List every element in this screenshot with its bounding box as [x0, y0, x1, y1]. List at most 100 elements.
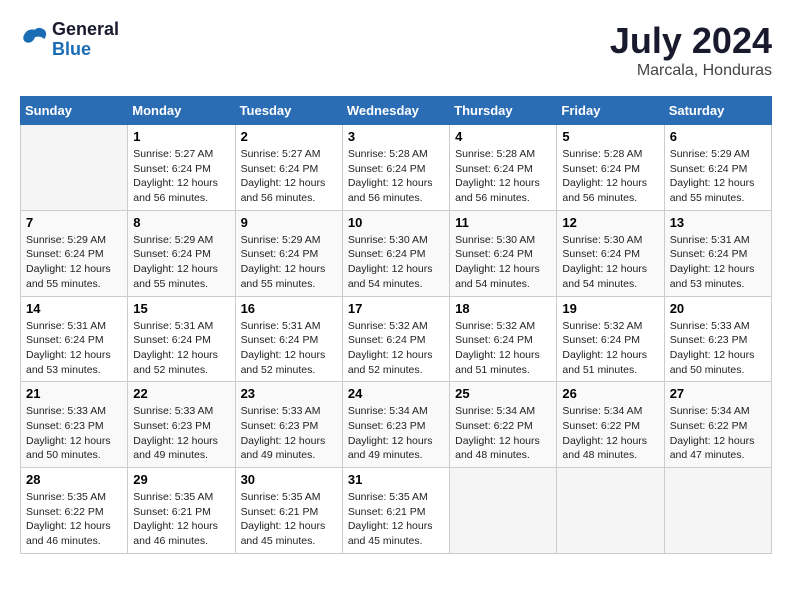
- calendar-cell: 1 Sunrise: 5:27 AMSunset: 6:24 PMDaylight…: [128, 125, 235, 211]
- day-number: 14: [26, 301, 122, 316]
- day-number: 20: [670, 301, 766, 316]
- calendar-cell: 28 Sunrise: 5:35 AMSunset: 6:22 PMDayligh…: [21, 468, 128, 554]
- day-number: 12: [562, 215, 658, 230]
- calendar-cell: 5Sunrise: 5:28 AMSunset: 6:24 PMDaylight…: [557, 125, 664, 211]
- day-info: Sunrise: 5:33 AMSunset: 6:23 PMDaylight:…: [670, 319, 766, 378]
- calendar-header-row: SundayMondayTuesdayWednesdayThursdayFrid…: [21, 97, 772, 125]
- day-number: 19: [562, 301, 658, 316]
- day-number: 27: [670, 386, 766, 401]
- day-info: Sunrise: 5:34 AMSunset: 6:22 PMDaylight:…: [562, 404, 658, 463]
- calendar-cell: [21, 125, 128, 211]
- day-info: Sunrise: 5:28 AMSunset: 6:24 PMDaylight:…: [348, 147, 444, 206]
- day-info: Sunrise: 5:32 AMSunset: 6:24 PMDaylight:…: [455, 319, 551, 378]
- week-row-3: 14 Sunrise: 5:31 AMSunset: 6:24 PMDayligh…: [21, 296, 772, 382]
- main-title: July 2024: [610, 20, 772, 62]
- day-number: 16: [241, 301, 337, 316]
- column-header-friday: Friday: [557, 97, 664, 125]
- week-row-5: 28 Sunrise: 5:35 AMSunset: 6:22 PMDayligh…: [21, 468, 772, 554]
- day-info: Sunrise: 5:28 AMSunset: 6:24 PMDaylight:…: [455, 147, 551, 206]
- column-header-tuesday: Tuesday: [235, 97, 342, 125]
- calendar-cell: 9 Sunrise: 5:29 AMSunset: 6:24 PMDaylight…: [235, 210, 342, 296]
- page-header: General Blue July 2024 Marcala, Honduras: [20, 20, 772, 80]
- calendar-cell: 21 Sunrise: 5:33 AMSunset: 6:23 PMDayligh…: [21, 382, 128, 468]
- column-header-wednesday: Wednesday: [342, 97, 449, 125]
- title-area: July 2024 Marcala, Honduras: [610, 20, 772, 80]
- day-info: Sunrise: 5:35 AMSunset: 6:21 PMDaylight:…: [133, 490, 229, 549]
- calendar-cell: 13 Sunrise: 5:31 AMSunset: 6:24 PMDayligh…: [664, 210, 771, 296]
- calendar-cell: 15 Sunrise: 5:31 AMSunset: 6:24 PMDayligh…: [128, 296, 235, 382]
- day-info: Sunrise: 5:35 AMSunset: 6:22 PMDaylight:…: [26, 490, 122, 549]
- day-number: 18: [455, 301, 551, 316]
- calendar-body: 1 Sunrise: 5:27 AMSunset: 6:24 PMDaylight…: [21, 125, 772, 554]
- day-info: Sunrise: 5:30 AMSunset: 6:24 PMDaylight:…: [562, 233, 658, 292]
- calendar-cell: 23 Sunrise: 5:33 AMSunset: 6:23 PMDayligh…: [235, 382, 342, 468]
- day-number: 7: [26, 215, 122, 230]
- day-number: 23: [241, 386, 337, 401]
- day-number: 10: [348, 215, 444, 230]
- day-number: 17: [348, 301, 444, 316]
- calendar-cell: 10Sunrise: 5:30 AMSunset: 6:24 PMDayligh…: [342, 210, 449, 296]
- calendar-cell: 18 Sunrise: 5:32 AMSunset: 6:24 PMDayligh…: [450, 296, 557, 382]
- day-number: 30: [241, 472, 337, 487]
- day-number: 31: [348, 472, 444, 487]
- day-info: Sunrise: 5:33 AMSunset: 6:23 PMDaylight:…: [133, 404, 229, 463]
- calendar-cell: [664, 468, 771, 554]
- day-number: 13: [670, 215, 766, 230]
- calendar-cell: 6Sunrise: 5:29 AMSunset: 6:24 PMDaylight…: [664, 125, 771, 211]
- day-number: 1: [133, 129, 229, 144]
- day-number: 11: [455, 215, 551, 230]
- day-number: 28: [26, 472, 122, 487]
- day-info: Sunrise: 5:33 AMSunset: 6:23 PMDaylight:…: [26, 404, 122, 463]
- day-info: Sunrise: 5:35 AMSunset: 6:21 PMDaylight:…: [348, 490, 444, 549]
- day-number: 21: [26, 386, 122, 401]
- calendar-cell: 30 Sunrise: 5:35 AMSunset: 6:21 PMDayligh…: [235, 468, 342, 554]
- logo-icon: [20, 26, 48, 54]
- day-number: 2: [241, 129, 337, 144]
- day-info: Sunrise: 5:34 AMSunset: 6:23 PMDaylight:…: [348, 404, 444, 463]
- calendar-cell: 27 Sunrise: 5:34 AMSunset: 6:22 PMDayligh…: [664, 382, 771, 468]
- logo-line1: General: [52, 20, 119, 40]
- subtitle: Marcala, Honduras: [610, 62, 772, 80]
- day-number: 29: [133, 472, 229, 487]
- logo: General Blue: [20, 20, 119, 60]
- day-number: 6: [670, 129, 766, 144]
- calendar-cell: 3 Sunrise: 5:28 AMSunset: 6:24 PMDaylight…: [342, 125, 449, 211]
- calendar-cell: 26 Sunrise: 5:34 AMSunset: 6:22 PMDayligh…: [557, 382, 664, 468]
- day-info: Sunrise: 5:34 AMSunset: 6:22 PMDaylight:…: [455, 404, 551, 463]
- column-header-sunday: Sunday: [21, 97, 128, 125]
- calendar-cell: 17Sunrise: 5:32 AMSunset: 6:24 PMDayligh…: [342, 296, 449, 382]
- calendar-cell: 24 Sunrise: 5:34 AMSunset: 6:23 PMDayligh…: [342, 382, 449, 468]
- day-info: Sunrise: 5:27 AMSunset: 6:24 PMDaylight:…: [241, 147, 337, 206]
- day-number: 25: [455, 386, 551, 401]
- column-header-thursday: Thursday: [450, 97, 557, 125]
- day-number: 9: [241, 215, 337, 230]
- logo-line2: Blue: [52, 40, 119, 60]
- day-info: Sunrise: 5:31 AMSunset: 6:24 PMDaylight:…: [133, 319, 229, 378]
- day-info: Sunrise: 5:31 AMSunset: 6:24 PMDaylight:…: [670, 233, 766, 292]
- week-row-2: 7 Sunrise: 5:29 AMSunset: 6:24 PMDaylight…: [21, 210, 772, 296]
- calendar-cell: 19 Sunrise: 5:32 AMSunset: 6:24 PMDayligh…: [557, 296, 664, 382]
- day-number: 24: [348, 386, 444, 401]
- week-row-4: 21 Sunrise: 5:33 AMSunset: 6:23 PMDayligh…: [21, 382, 772, 468]
- calendar-cell: 4Sunrise: 5:28 AMSunset: 6:24 PMDaylight…: [450, 125, 557, 211]
- day-info: Sunrise: 5:29 AMSunset: 6:24 PMDaylight:…: [241, 233, 337, 292]
- calendar-cell: 22 Sunrise: 5:33 AMSunset: 6:23 PMDayligh…: [128, 382, 235, 468]
- calendar-cell: [557, 468, 664, 554]
- day-info: Sunrise: 5:31 AMSunset: 6:24 PMDaylight:…: [26, 319, 122, 378]
- calendar-cell: [450, 468, 557, 554]
- day-number: 15: [133, 301, 229, 316]
- day-info: Sunrise: 5:31 AMSunset: 6:24 PMDaylight:…: [241, 319, 337, 378]
- day-info: Sunrise: 5:33 AMSunset: 6:23 PMDaylight:…: [241, 404, 337, 463]
- day-number: 26: [562, 386, 658, 401]
- day-info: Sunrise: 5:32 AMSunset: 6:24 PMDaylight:…: [562, 319, 658, 378]
- calendar-cell: 2 Sunrise: 5:27 AMSunset: 6:24 PMDaylight…: [235, 125, 342, 211]
- day-info: Sunrise: 5:35 AMSunset: 6:21 PMDaylight:…: [241, 490, 337, 549]
- calendar-cell: 16 Sunrise: 5:31 AMSunset: 6:24 PMDayligh…: [235, 296, 342, 382]
- column-header-saturday: Saturday: [664, 97, 771, 125]
- day-number: 8: [133, 215, 229, 230]
- day-number: 3: [348, 129, 444, 144]
- day-number: 22: [133, 386, 229, 401]
- day-info: Sunrise: 5:34 AMSunset: 6:22 PMDaylight:…: [670, 404, 766, 463]
- day-info: Sunrise: 5:27 AMSunset: 6:24 PMDaylight:…: [133, 147, 229, 206]
- day-number: 5: [562, 129, 658, 144]
